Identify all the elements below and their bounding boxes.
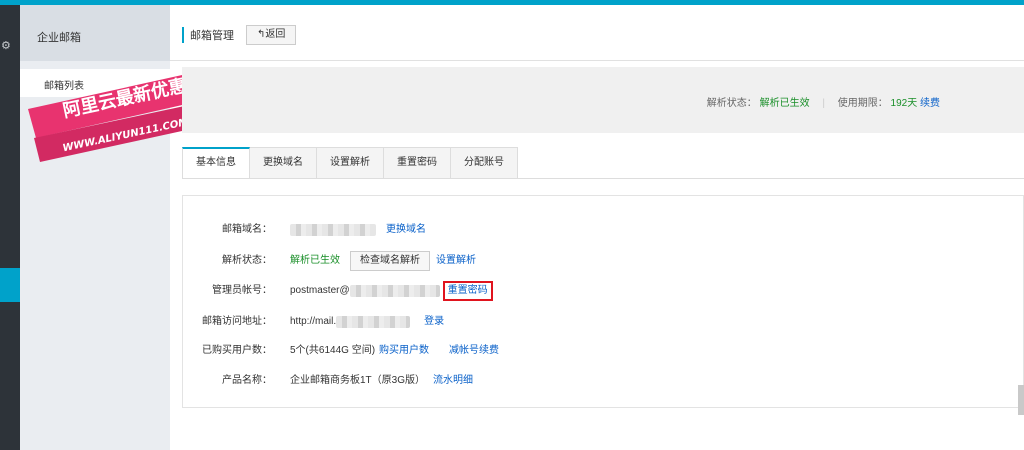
period-value: 192天: [890, 98, 918, 109]
tab-reset-password[interactable]: 重置密码: [384, 147, 451, 179]
basic-info-panel: 邮箱域名： 更换域名 解析状态： 解析已生效 检查域名解析 设置解析 管理员帐号…: [182, 195, 1024, 408]
setup-dns-link[interactable]: 设置解析: [436, 251, 476, 271]
nav-rail-active-item[interactable]: [0, 268, 20, 302]
reset-password-link[interactable]: 重置密码: [448, 285, 488, 296]
access-label: 邮箱访问地址：: [202, 316, 272, 327]
sidebar-item-label: 邮箱列表: [44, 81, 84, 92]
tab-divider: [182, 178, 1024, 179]
admin-label: 管理员帐号：: [212, 285, 272, 296]
status-summary: 解析状态： 解析已生效 | 使用期限： 192天 续费: [707, 94, 940, 109]
users-value-group: 5个(共6144G 空间) 购买用户数 减帐号续费: [290, 341, 499, 361]
dns-status: 解析已生效: [290, 255, 340, 266]
product-label: 产品名称：: [222, 375, 272, 386]
gear-icon[interactable]: ⚙: [1, 39, 15, 53]
info-row-product: 产品名称： 企业邮箱商务板1T（原3G版） 流水明细: [183, 371, 1024, 391]
tab-assign-account[interactable]: 分配账号: [451, 147, 518, 179]
info-row-dns: 解析状态： 解析已生效 检查域名解析 设置解析: [183, 251, 1024, 271]
blurred-admin-domain: [349, 285, 440, 297]
info-row-domain: 邮箱域名： 更换域名: [183, 220, 1024, 240]
scrollbar-thumb[interactable]: [1018, 385, 1024, 415]
product-value-group: 企业邮箱商务板1T（原3G版） 流水明细: [290, 371, 473, 391]
tab-change-domain[interactable]: 更换域名: [250, 147, 317, 179]
flow-details-link[interactable]: 流水明细: [433, 371, 473, 391]
back-button[interactable]: ↰返回: [246, 25, 297, 45]
dns-label: 解析状态：: [222, 255, 272, 266]
blurred-domain: [290, 224, 376, 236]
sidebar-header: 企业邮箱: [20, 5, 170, 61]
tab-bar: 基本信息 更换域名 设置解析 重置密码 分配账号: [182, 147, 518, 179]
dns-status-label: 解析状态：: [706, 98, 757, 109]
access-url-prefix: http://mail.: [290, 316, 337, 327]
info-row-users: 已购买用户数： 5个(共6144G 空间) 购买用户数 减帐号续费: [183, 341, 1024, 361]
status-panel: 解析状态： 解析已生效 | 使用期限： 192天 续费: [182, 67, 1024, 133]
tab-dns-setup[interactable]: 设置解析: [317, 147, 384, 179]
page-title: 邮箱管理: [190, 30, 234, 42]
back-button-label: 返回: [265, 29, 286, 40]
left-nav-rail: ⚙: [0, 5, 20, 450]
info-row-access: 邮箱访问地址： http://mail. 登录: [183, 312, 1024, 332]
title-accent: [182, 27, 184, 43]
domain-value: 更换域名: [290, 220, 426, 240]
admin-value-group: postmaster@ 重置密码: [290, 281, 493, 301]
blurred-access-domain: [336, 316, 411, 328]
status-separator: |: [822, 98, 825, 109]
header-divider: [170, 60, 1024, 61]
dns-value-group: 解析已生效 检查域名解析 设置解析: [290, 251, 476, 271]
period-label: 使用期限：: [837, 98, 888, 109]
sidebar: 企业邮箱 邮箱列表: [20, 5, 170, 450]
users-count: 5个(共6144G 空间): [290, 345, 376, 356]
sidebar-item-mailbox-list[interactable]: 邮箱列表: [20, 69, 170, 97]
reduce-accounts-link[interactable]: 减帐号续费: [449, 341, 499, 361]
main-content: 邮箱管理 ↰返回 解析状态： 解析已生效 | 使用期限： 192天 续费 基本信…: [170, 5, 1024, 450]
reset-password-highlight: 重置密码: [442, 281, 493, 301]
renew-link[interactable]: 续费: [920, 98, 940, 109]
dns-status-value: 解析已生效: [759, 98, 810, 109]
login-link[interactable]: 登录: [424, 312, 444, 332]
sidebar-title: 企业邮箱: [37, 32, 81, 44]
tab-basic-info[interactable]: 基本信息: [182, 147, 250, 179]
domain-label: 邮箱域名：: [222, 224, 272, 235]
check-dns-button[interactable]: 检查域名解析: [350, 251, 430, 271]
access-value-group: http://mail. 登录: [290, 312, 444, 332]
product-name: 企业邮箱商务板1T（原3G版）: [290, 375, 426, 386]
page-header: 邮箱管理 ↰返回: [182, 25, 297, 45]
buy-users-link[interactable]: 购买用户数: [379, 341, 429, 361]
admin-account-prefix: postmaster@: [290, 285, 350, 296]
change-domain-link[interactable]: 更换域名: [386, 220, 426, 240]
info-row-admin: 管理员帐号： postmaster@ 重置密码: [183, 281, 1024, 301]
users-label: 已购买用户数：: [202, 345, 272, 356]
